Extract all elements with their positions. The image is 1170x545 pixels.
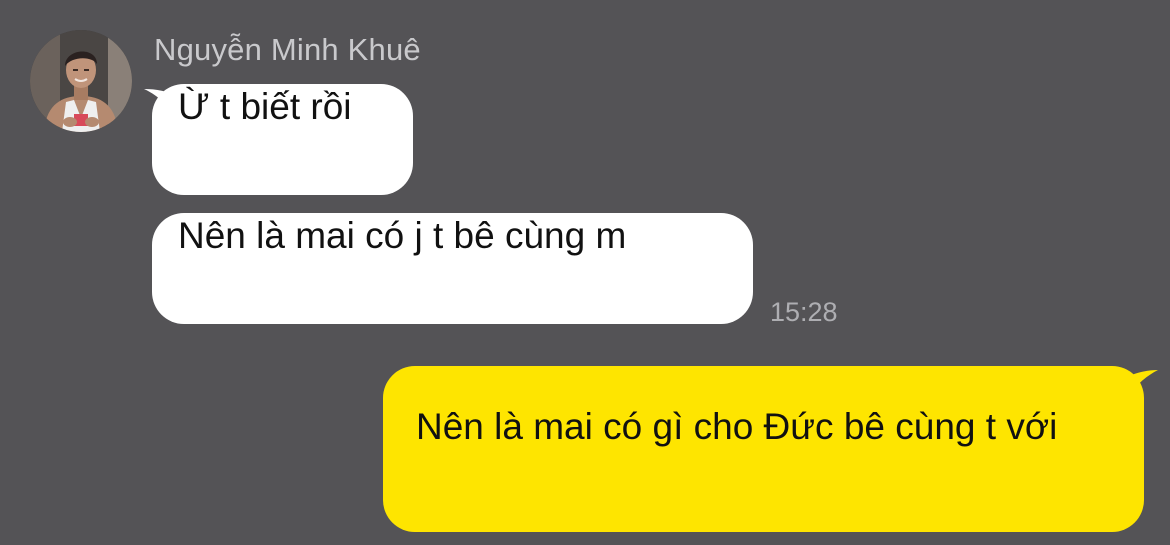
outgoing-message-bubble[interactable]: Nên là mai có gì cho Đức bê cùng t với	[383, 366, 1144, 532]
sender-name: Nguyễn Minh Khuê	[154, 32, 421, 67]
message-text: Nên là mai có j t bê cùng m	[178, 215, 627, 256]
message-timestamp: 15:28	[770, 297, 838, 327]
message-text: Nên là mai có gì cho Đức bê cùng t với	[416, 406, 1058, 447]
person-avatar-icon	[30, 30, 132, 132]
message-text: Ừ t biết rồi	[178, 86, 352, 127]
incoming-message-bubble[interactable]: Nên là mai có j t bê cùng m	[152, 213, 753, 324]
sender-avatar[interactable]	[30, 30, 132, 132]
chat-view: Nguyễn Minh Khuê Ừ t biết rồi Nên là mai…	[0, 0, 1170, 545]
incoming-message-bubble[interactable]: Ừ t biết rồi	[152, 84, 413, 195]
